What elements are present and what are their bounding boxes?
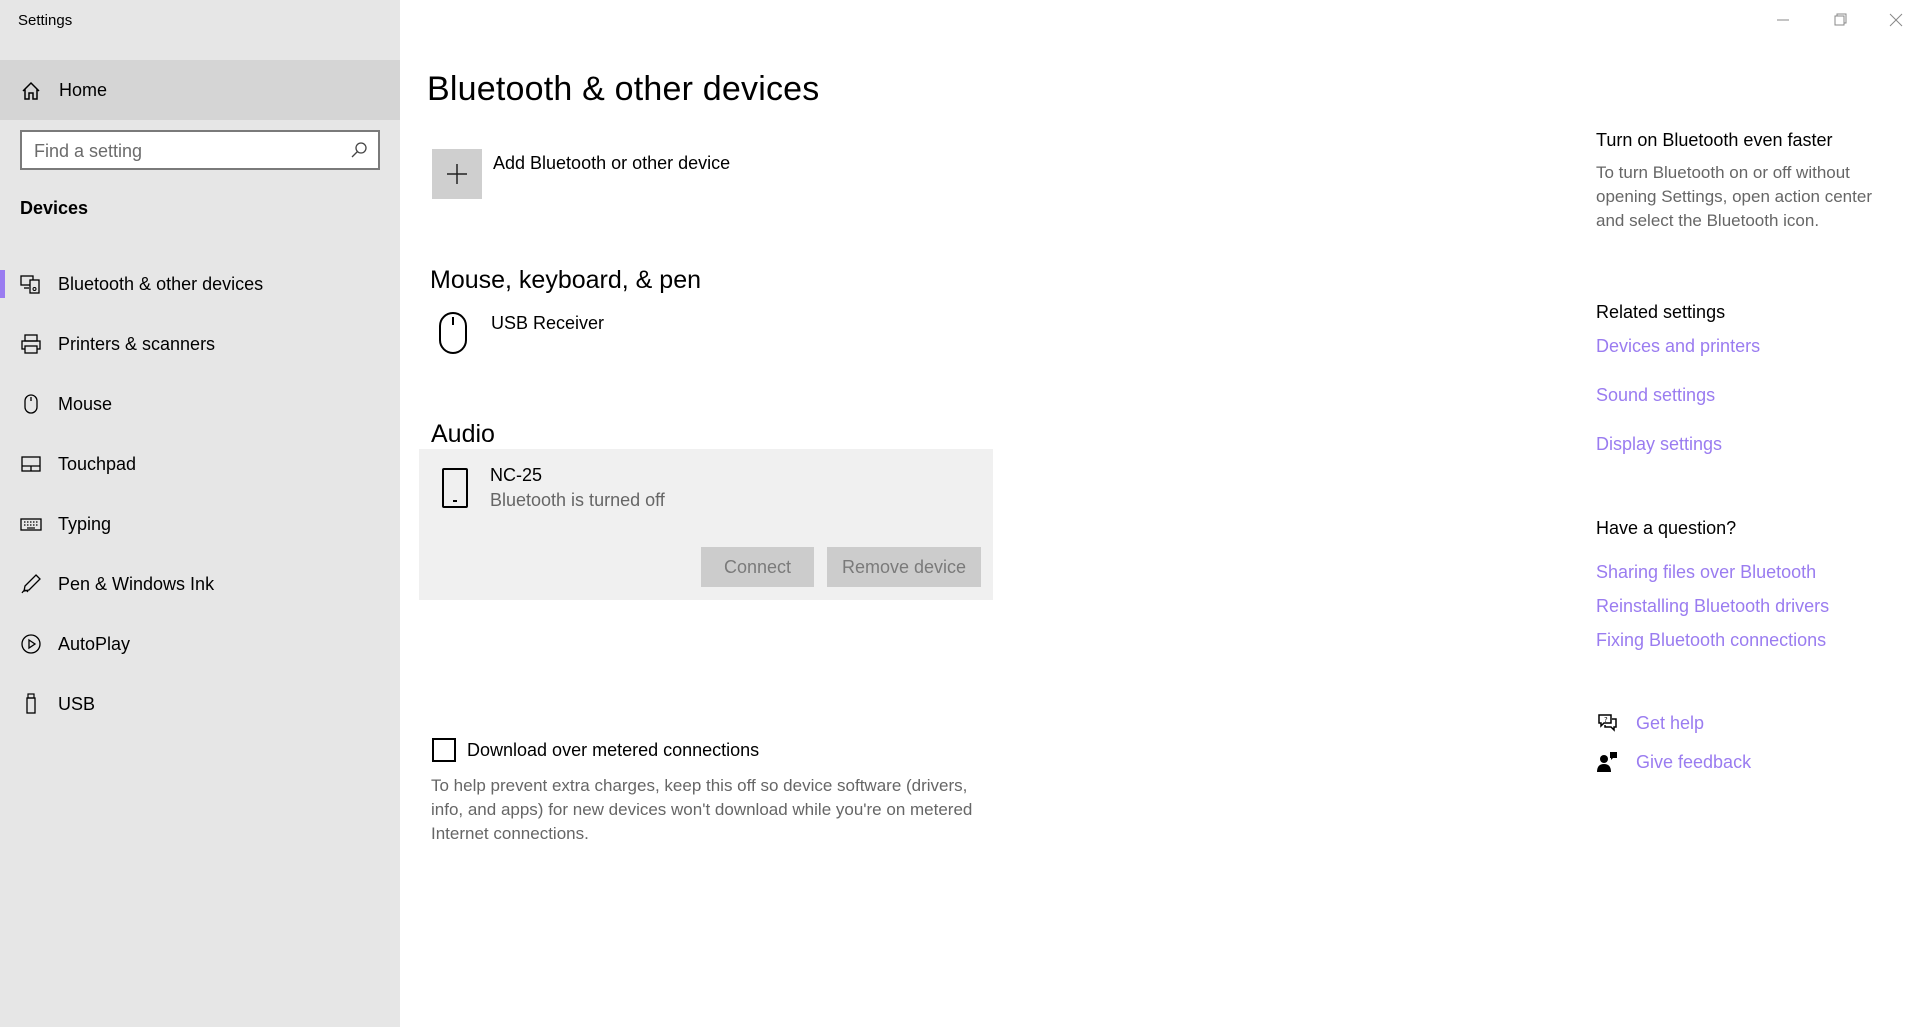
device-status: Bluetooth is turned off — [490, 490, 665, 510]
sidebar-item-printers[interactable]: Printers & scanners — [0, 318, 400, 368]
link-display-settings[interactable]: Display settings — [1596, 434, 1722, 455]
audio-section-title: Audio — [431, 420, 495, 448]
link-sharing-files[interactable]: Sharing files over Bluetooth — [1596, 562, 1816, 583]
device-nc-25[interactable]: NC-25 Bluetooth is turned off Connect Re… — [419, 449, 993, 600]
printer-icon — [21, 334, 41, 354]
plus-icon — [447, 164, 467, 184]
home-label: Home — [59, 80, 108, 100]
sidebar-item-label: Mouse — [58, 394, 113, 414]
sidebar-item-mouse[interactable]: Mouse — [0, 378, 400, 428]
close-icon[interactable] — [1876, 8, 1916, 32]
tip-title: Turn on Bluetooth even faster — [1596, 130, 1833, 150]
add-device-button[interactable] — [432, 149, 482, 199]
sidebar-item-label: AutoPlay — [58, 634, 131, 654]
metered-description: To help prevent extra charges, keep this… — [431, 776, 973, 843]
device-name: NC-25 — [490, 465, 543, 485]
question-title: Have a question? — [1596, 518, 1737, 538]
svg-text:?: ? — [1604, 716, 1608, 724]
sidebar-item-autoplay[interactable]: AutoPlay — [0, 618, 400, 668]
phone-icon — [442, 468, 468, 508]
autoplay-icon — [21, 634, 41, 654]
connect-button[interactable]: Connect — [701, 547, 814, 587]
mouse-section-title: Mouse, keyboard, & pen — [430, 266, 701, 294]
related-settings-title: Related settings — [1596, 302, 1726, 322]
home-icon — [22, 81, 40, 100]
sidebar-item-touchpad[interactable]: Touchpad — [0, 438, 400, 488]
home-button[interactable]: Home — [0, 60, 400, 120]
restore-icon[interactable] — [1820, 8, 1860, 32]
sidebar-item-bluetooth[interactable]: Bluetooth & other devices — [0, 258, 400, 308]
sidebar-item-usb[interactable]: USB — [0, 678, 400, 728]
search-icon[interactable] — [350, 141, 368, 159]
sidebar-item-label: Printers & scanners — [58, 334, 216, 354]
usb-icon — [26, 693, 36, 714]
sidebar-item-label: USB — [58, 694, 96, 714]
sidebar-item-label: Typing — [58, 514, 112, 534]
mouse-icon — [439, 312, 467, 354]
bluetooth-devices-icon — [20, 275, 40, 294]
add-device-label[interactable]: Add Bluetooth or other device — [493, 153, 730, 174]
device-name: USB Receiver — [491, 313, 605, 333]
link-sound-settings[interactable]: Sound settings — [1596, 385, 1715, 406]
sidebar: Settings Home Devices Bluetooth & other … — [0, 0, 400, 1027]
search-box[interactable] — [20, 130, 380, 170]
sidebar-item-pen[interactable]: Pen & Windows Ink — [0, 558, 400, 608]
search-input[interactable] — [34, 140, 334, 162]
sidebar-item-label: Pen & Windows Ink — [58, 574, 215, 594]
help-chat-icon: ? — [1598, 714, 1617, 732]
remove-device-button[interactable]: Remove device — [827, 547, 981, 587]
touchpad-icon — [21, 456, 41, 472]
page-title: Bluetooth & other devices — [427, 70, 820, 108]
sidebar-item-label: Touchpad — [58, 454, 137, 474]
metered-label[interactable]: Download over metered connections — [467, 740, 759, 761]
mouse-icon — [24, 394, 38, 414]
get-help-link[interactable]: Get help — [1636, 713, 1704, 734]
minimize-icon[interactable] — [1763, 8, 1803, 32]
metered-checkbox[interactable] — [432, 738, 456, 762]
link-devices-and-printers[interactable]: Devices and printers — [1596, 336, 1760, 357]
link-fixing-connections[interactable]: Fixing Bluetooth connections — [1596, 630, 1826, 651]
link-reinstalling-drivers[interactable]: Reinstalling Bluetooth drivers — [1596, 596, 1829, 617]
sidebar-item-typing[interactable]: Typing — [0, 498, 400, 548]
sidebar-item-label: Bluetooth & other devices — [58, 274, 264, 294]
active-indicator — [0, 270, 5, 298]
app-title: Settings — [18, 12, 73, 29]
keyboard-icon — [20, 518, 42, 531]
feedback-icon — [1597, 752, 1617, 772]
pen-icon — [21, 574, 41, 594]
tip-text: To turn Bluetooth on or off without open… — [1596, 163, 1872, 230]
section-title: Devices — [20, 198, 89, 218]
give-feedback-link[interactable]: Give feedback — [1636, 752, 1751, 773]
